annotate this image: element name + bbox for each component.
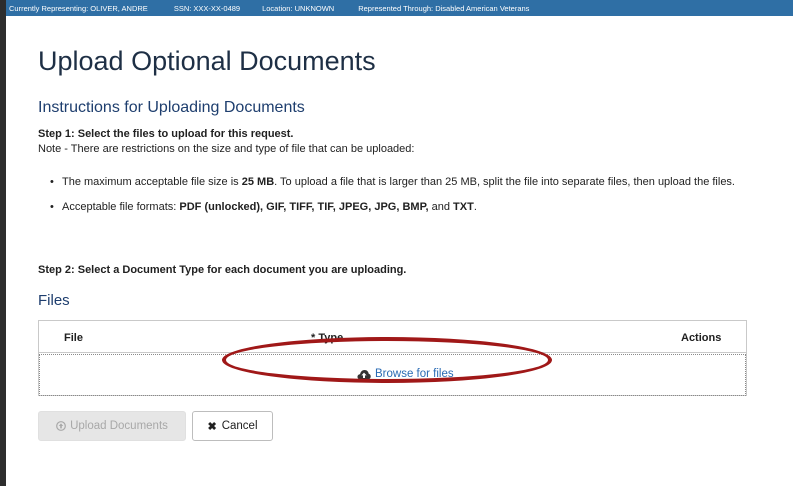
step-1-text: Step 1: Select the files to upload for t… xyxy=(38,128,294,140)
files-table: File * Type Actions Browse for files xyxy=(38,320,747,396)
window-left-edge xyxy=(0,0,6,486)
represented-through: Represented Through: Disabled American V… xyxy=(358,3,530,13)
rule-max-size: The maximum acceptable file size is 25 M… xyxy=(50,173,750,191)
files-table-header: File * Type Actions xyxy=(39,321,746,353)
cancel-label: Cancel xyxy=(221,420,258,432)
cancel-button[interactable]: ✖ Cancel xyxy=(192,411,273,441)
cloud-upload-icon xyxy=(357,369,371,379)
x-icon: ✖ xyxy=(207,420,217,433)
upload-documents-label: Upload Documents xyxy=(70,420,168,432)
restrictions-note: Note - There are restrictions on the siz… xyxy=(38,143,415,155)
column-type: * Type xyxy=(311,332,344,344)
location-display: Location: UNKNOWN xyxy=(262,3,335,13)
rule-file-formats: Acceptable file formats: PDF (unlocked),… xyxy=(50,198,750,216)
column-actions: Actions xyxy=(681,332,722,344)
currently-representing: Currently Representing: OLIVER, ANDRE xyxy=(9,3,148,13)
files-heading: Files xyxy=(38,292,70,309)
upload-circle-icon xyxy=(56,421,66,431)
step-2-text: Step 2: Select a Document Type for each … xyxy=(38,264,407,276)
instructions-heading: Instructions for Uploading Documents xyxy=(38,99,305,116)
ssn-display: SSN: XXX-XX-0489 xyxy=(173,3,241,13)
browse-label: Browse for files xyxy=(375,368,454,380)
browse-for-files-link[interactable]: Browse for files xyxy=(357,368,454,380)
restrictions-list: The maximum acceptable file size is 25 M… xyxy=(50,173,750,216)
representation-bar: Currently Representing: OLIVER, ANDRE SS… xyxy=(6,0,793,16)
upload-documents-button[interactable]: Upload Documents xyxy=(38,411,186,441)
column-file: File xyxy=(64,332,83,344)
page-title: Upload Optional Documents xyxy=(38,46,376,76)
file-drop-zone[interactable]: Browse for files xyxy=(39,354,746,396)
